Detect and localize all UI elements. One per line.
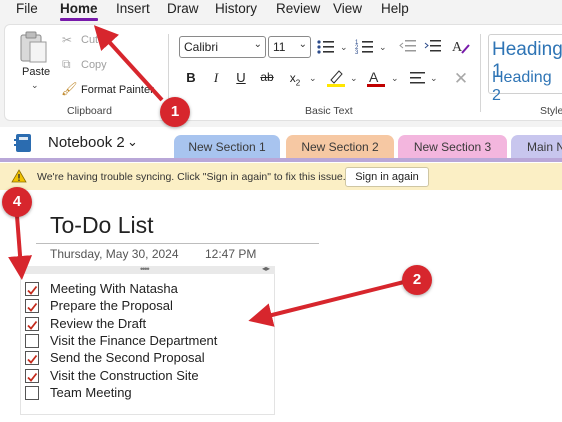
tab-label: New Section 3 — [413, 140, 492, 154]
heading2-style[interactable]: Heading 2 — [492, 69, 562, 105]
strikethrough-button[interactable]: ab — [258, 70, 276, 84]
increase-indent-icon[interactable] — [424, 38, 442, 54]
tab-main-notes[interactable]: Main N — [511, 135, 562, 160]
tab-label: New Section 2 — [301, 140, 379, 154]
paste-dropdown-chevron-icon[interactable]: ⌄ — [31, 80, 39, 91]
tab-label: Main N — [527, 140, 562, 154]
tab-label: New Section 1 — [188, 140, 266, 154]
callout-badge-2: 2 — [402, 265, 432, 295]
tab-new-section-1[interactable]: New Section 1 — [174, 135, 280, 160]
checkbox-checked[interactable] — [25, 351, 39, 366]
todo-text[interactable]: Team Meeting — [50, 385, 132, 400]
menu-history[interactable]: History — [215, 1, 257, 16]
svg-text:A: A — [369, 69, 379, 85]
delete-icon[interactable]: ✕ — [452, 69, 470, 89]
checkbox-checked[interactable] — [25, 282, 39, 296]
underline-button[interactable]: U — [232, 70, 250, 85]
tab-new-section-2[interactable]: New Section 2 — [286, 135, 394, 160]
chevron-down-icon[interactable]: ⌄ — [340, 42, 348, 53]
chevron-down-icon[interactable]: ⌄ — [350, 73, 358, 84]
callout-arrow-2 — [248, 280, 405, 327]
page-title[interactable]: To-Do List — [50, 212, 154, 239]
cut-icon: ✂ — [62, 33, 73, 47]
menu-review[interactable]: Review — [276, 1, 320, 16]
chevron-down-icon[interactable]: ⌄ — [309, 73, 317, 84]
font-size-value: 11 — [273, 40, 286, 54]
chevron-down-icon[interactable]: ⌄ — [391, 73, 399, 84]
notebook-title[interactable]: Notebook 2 — [48, 134, 125, 151]
page-date: Thursday, May 30, 2024 — [50, 247, 179, 261]
chevron-down-icon: ⌄ — [253, 39, 262, 50]
todo-text[interactable]: Visit the Finance Department — [50, 333, 217, 348]
sync-warning-text: We're having trouble syncing. Click "Sig… — [37, 171, 346, 183]
warning-icon — [11, 169, 27, 183]
align-icon[interactable] — [409, 71, 427, 85]
cut-button[interactable]: Cut — [81, 34, 98, 46]
copy-icon: ⧉ — [62, 57, 71, 71]
decrease-indent-icon[interactable] — [399, 38, 417, 54]
resize-handle-icon[interactable]: ◂▸ — [262, 264, 270, 273]
chevron-down-icon: ⌄ — [298, 39, 307, 50]
checkmark-icon — [27, 372, 38, 382]
svg-text:A: A — [452, 40, 463, 55]
paste-label: Paste — [22, 66, 51, 78]
italic-button[interactable]: I — [207, 70, 225, 86]
copy-button[interactable]: Copy — [81, 59, 107, 71]
menu-draw[interactable]: Draw — [167, 1, 199, 16]
drag-grip-icon[interactable]: •••• — [140, 264, 150, 274]
todo-text[interactable]: Visit the Construction Site — [50, 368, 199, 383]
svg-text:3: 3 — [355, 50, 359, 56]
font-size-dropdown[interactable]: 11 ⌄ — [268, 36, 311, 58]
format-painter-icon: 🖌 — [61, 81, 78, 96]
bold-button[interactable]: B — [182, 70, 200, 85]
bullets-icon[interactable] — [316, 38, 336, 56]
checkbox-unchecked[interactable] — [25, 333, 39, 348]
callout-badge-1: 1 — [160, 97, 190, 127]
checkmark-icon — [27, 320, 38, 330]
font-name-dropdown[interactable]: Calibri ⌄ — [179, 36, 266, 58]
sign-in-again-button[interactable]: Sign in again — [345, 167, 429, 187]
tab-new-section-3[interactable]: New Section 3 — [398, 135, 507, 160]
callout-arrow-4 — [8, 215, 33, 280]
checkbox-unchecked[interactable] — [25, 385, 39, 400]
subscript-button[interactable]: x2 — [286, 71, 304, 87]
checkbox-checked[interactable] — [25, 316, 39, 331]
font-name-value: Calibri — [184, 40, 219, 54]
group-divider — [480, 34, 481, 112]
chevron-down-icon[interactable]: ⌄ — [379, 42, 387, 53]
menu-home[interactable]: Home — [60, 1, 98, 16]
font-color-icon[interactable]: A — [366, 68, 386, 88]
checkmark-icon — [27, 355, 38, 365]
clipboard-group-label: Clipboard — [67, 105, 112, 117]
section-tab-strip — [0, 158, 562, 162]
todo-text[interactable]: Review the Draft — [50, 316, 146, 331]
menu-bar: File Home Insert Draw History Review Vie… — [0, 0, 562, 22]
menu-insert[interactable]: Insert — [116, 1, 150, 16]
checkmark-icon — [27, 303, 38, 313]
styles-group-label: Styles — [540, 105, 562, 117]
checkbox-checked[interactable] — [25, 368, 39, 383]
clear-formatting-icon[interactable]: A — [452, 37, 472, 55]
checkbox-checked[interactable] — [25, 299, 39, 314]
callout-badge-4: 4 — [2, 187, 32, 217]
chevron-down-icon[interactable]: ⌄ — [430, 73, 438, 84]
todo-text[interactable]: Prepare the Proposal — [50, 298, 173, 313]
notebook-icon[interactable] — [14, 133, 34, 153]
menu-file[interactable]: File — [16, 1, 38, 16]
paste-icon — [20, 31, 47, 63]
title-underline — [36, 243, 319, 244]
basic-text-group-label: Basic Text — [305, 105, 353, 117]
active-tab-indicator — [60, 18, 98, 21]
menu-view[interactable]: View — [333, 1, 362, 16]
todo-text[interactable]: Send the Second Proposal — [50, 350, 205, 365]
numbering-icon[interactable]: 1 2 3 — [355, 38, 375, 56]
todo-text[interactable]: Meeting With Natasha — [50, 281, 178, 296]
checkmark-icon — [27, 285, 38, 295]
highlighter-icon[interactable] — [325, 68, 347, 88]
page-time: 12:47 PM — [205, 247, 257, 261]
format-painter-button[interactable]: Format Painter — [81, 84, 154, 96]
menu-help[interactable]: Help — [381, 1, 409, 16]
notebook-chevron-down-icon[interactable]: ⌄ — [127, 134, 138, 150]
